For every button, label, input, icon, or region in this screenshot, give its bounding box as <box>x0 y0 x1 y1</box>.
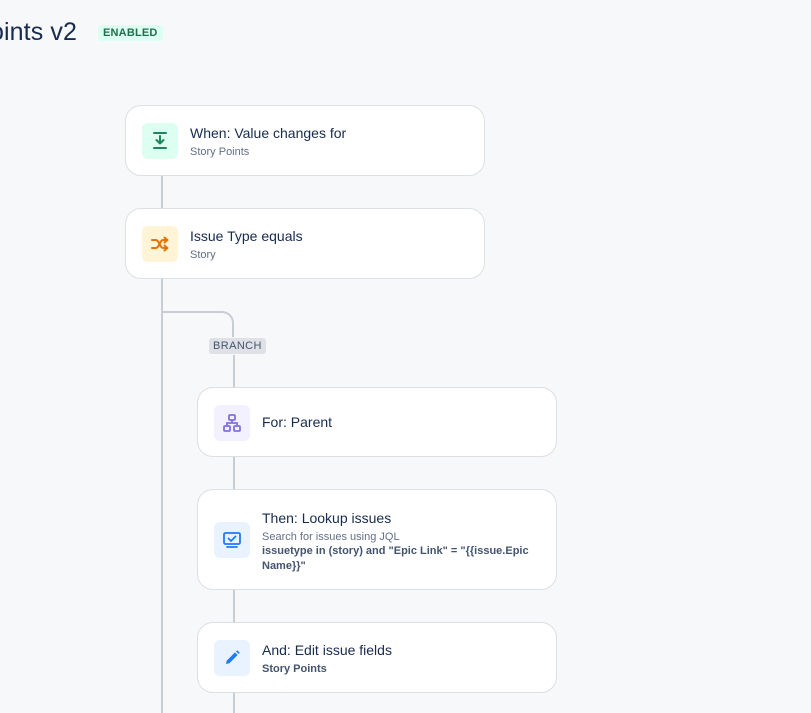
branch-connector-line <box>233 589 235 623</box>
lookup-icon <box>214 522 250 558</box>
main-connector-line <box>161 175 163 209</box>
status-badge: ENABLED <box>98 25 163 41</box>
branch-for-title: For: Parent <box>262 414 333 430</box>
condition-card[interactable]: Issue Type equals Story <box>125 208 485 279</box>
main-connector-line-lower <box>161 278 163 713</box>
condition-title: Issue Type equals <box>190 228 303 244</box>
automation-canvas: oints v2 ENABLED BRANCH When: Value chan… <box>0 0 811 713</box>
hierarchy-icon <box>214 405 250 441</box>
shuffle-icon <box>142 226 178 262</box>
page-title: oints v2 <box>0 18 77 46</box>
lookup-issues-card[interactable]: Then: Lookup issues Search for issues us… <box>197 489 557 590</box>
lookup-jql-query: issuetype in (story) and "Epic Link" = "… <box>262 545 529 572</box>
trigger-subtitle: Story Points <box>190 146 250 158</box>
lookup-issues-title: Then: Lookup issues <box>262 510 392 526</box>
condition-subtitle: Story <box>190 249 216 261</box>
branch-connector-line <box>233 692 235 713</box>
edit-fields-title: And: Edit issue fields <box>262 642 392 658</box>
edit-fields-subtitle: Story Points <box>262 663 327 675</box>
value-change-icon <box>142 123 178 159</box>
edit-fields-card[interactable]: And: Edit issue fields Story Points <box>197 622 557 693</box>
branch-label: BRANCH <box>209 338 266 354</box>
lookup-issues-subtitle: Search for issues using JQL <box>262 531 400 543</box>
trigger-card[interactable]: When: Value changes for Story Points <box>125 105 485 176</box>
branch-connector-line <box>233 355 235 388</box>
branch-connector <box>161 311 234 337</box>
trigger-title: When: Value changes for <box>190 125 347 141</box>
branch-for-card[interactable]: For: Parent <box>197 387 557 457</box>
edit-icon <box>214 640 250 676</box>
branch-connector-line <box>233 456 235 490</box>
